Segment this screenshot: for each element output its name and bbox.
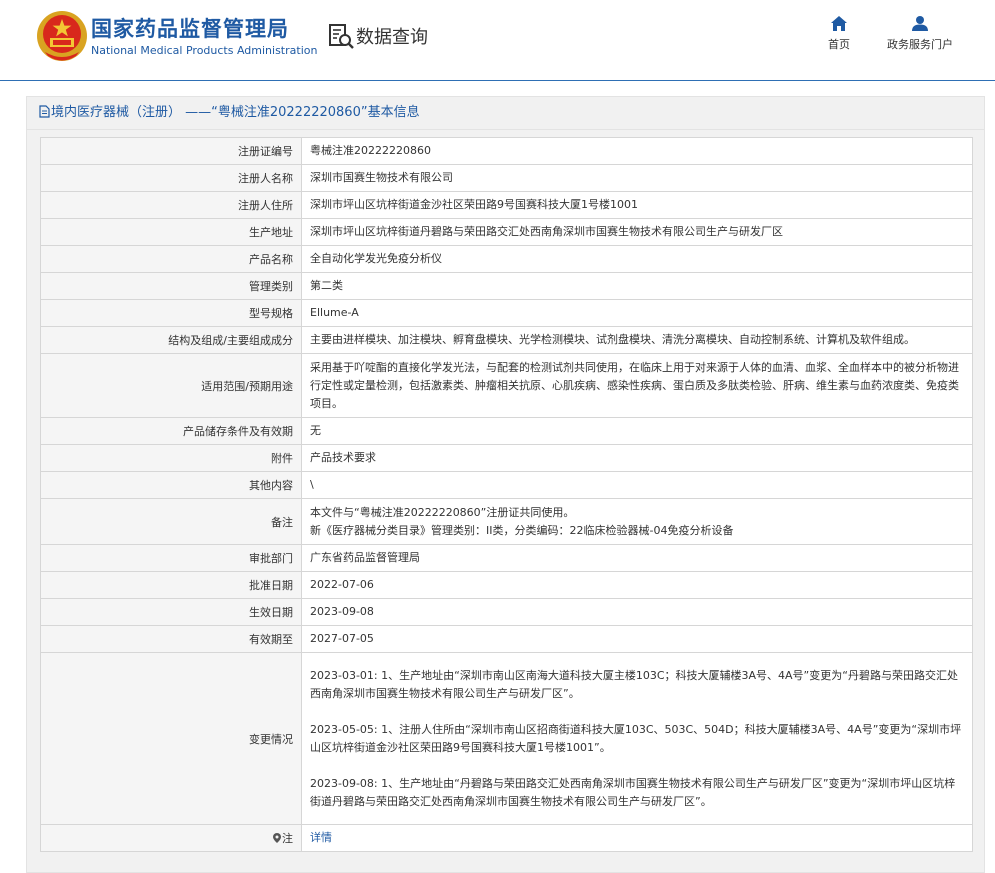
row-label: 产品储存条件及有效期 xyxy=(40,417,302,445)
row-label: 生产地址 xyxy=(40,218,302,246)
row-label: 附件 xyxy=(40,444,302,472)
row-label: 型号规格 xyxy=(40,299,302,327)
row-value: 2023-09-08 xyxy=(301,598,973,626)
row-label: 结构及组成/主要组成成分 xyxy=(40,326,302,354)
table-row: 注册人名称 深圳市国赛生物技术有限公司 xyxy=(40,164,973,192)
row-label: 注册证编号 xyxy=(40,137,302,165)
table-row: 注 详情 xyxy=(40,824,973,852)
row-label: 管理类别 xyxy=(40,272,302,300)
row-value: 采用基于吖啶酯的直接化学发光法，与配套的检测试剂共同使用，在临床上用于对来源于人… xyxy=(301,353,973,418)
row-value: 深圳市坪山区坑梓街道丹碧路与荣田路交汇处西南角深圳市国赛生物技术有限公司生产与研… xyxy=(301,218,973,246)
row-label: 变更情况 xyxy=(40,652,302,825)
nav-home-label: 首页 xyxy=(828,38,850,51)
row-value: 深圳市国赛生物技术有限公司 xyxy=(301,164,973,192)
change-record: 2023-03-01: 1、生产地址由“深圳市南山区南海大道科技大厦主楼103C… xyxy=(310,668,958,700)
table-row: 产品名称 全自动化学发光免疫分析仪 xyxy=(40,245,973,273)
table-row: 备注 本文件与“粤械注准20222220860”注册证共同使用。 新《医疗器械分… xyxy=(40,498,973,545)
change-record: 2023-09-08: 1、生产地址由“丹碧路与荣田路交汇处西南角深圳市国赛生物… xyxy=(310,776,956,808)
table-row: 生效日期 2023-09-08 xyxy=(40,598,973,626)
table-row: 生产地址 深圳市坪山区坑梓街道丹碧路与荣田路交汇处西南角深圳市国赛生物技术有限公… xyxy=(40,218,973,246)
note-label: 注 xyxy=(282,832,293,845)
remark-line: 新《医疗器械分类目录》管理类别：II类，分类编码：22临床检验器械-04免疫分析… xyxy=(310,523,734,537)
table-row: 附件 产品技术要求 xyxy=(40,444,973,472)
row-value: 本文件与“粤械注准20222220860”注册证共同使用。 新《医疗器械分类目录… xyxy=(301,498,973,545)
table-row: 批准日期 2022-07-06 xyxy=(40,571,973,599)
nav-service-portal-label: 政务服务门户 xyxy=(887,38,953,51)
row-value: 2023-03-01: 1、生产地址由“深圳市南山区南海大道科技大厦主楼103C… xyxy=(301,652,973,825)
home-icon xyxy=(831,16,847,31)
panel-title-text: 境内医疗器械（注册） ——“粤械注准20222220860”基本信息 xyxy=(51,105,420,120)
row-label: 注册人住所 xyxy=(40,191,302,219)
row-value: 2027-07-05 xyxy=(301,625,973,653)
panel-title: 境内医疗器械（注册） ——“粤械注准20222220860”基本信息 xyxy=(27,97,984,130)
row-value: 全自动化学发光免疫分析仪 xyxy=(301,245,973,273)
change-record: 2023-05-05: 1、注册人住所由“深圳市南山区招商街道科技大厦103C、… xyxy=(310,722,962,754)
row-label: 注册人名称 xyxy=(40,164,302,192)
detail-panel: 境内医疗器械（注册） ——“粤械注准20222220860”基本信息 注册证编号… xyxy=(26,96,985,873)
row-value: \ xyxy=(301,471,973,499)
table-row: 适用范围/预期用途 采用基于吖啶酯的直接化学发光法，与配套的检测试剂共同使用，在… xyxy=(40,353,973,418)
row-label: 审批部门 xyxy=(40,544,302,572)
row-label: 生效日期 xyxy=(40,598,302,626)
table-row: 有效期至 2027-07-05 xyxy=(40,625,973,653)
table-row: 管理类别 第二类 xyxy=(40,272,973,300)
row-label: 备注 xyxy=(40,498,302,545)
row-value: 详情 xyxy=(301,824,973,852)
table-row: 型号规格 Ellume-A xyxy=(40,299,973,327)
table-row: 结构及组成/主要组成成分 主要由进样模块、加注模块、孵育盘模块、光学检测模块、试… xyxy=(40,326,973,354)
data-query-label: 数据查询 xyxy=(356,27,428,48)
row-label: 有效期至 xyxy=(40,625,302,653)
row-label: 适用范围/预期用途 xyxy=(40,353,302,418)
nav-home[interactable]: 首页 xyxy=(826,16,852,52)
document-icon xyxy=(39,105,50,118)
row-value: 2022-07-06 xyxy=(301,571,973,599)
row-value: 粤械注准20222220860 xyxy=(301,137,973,165)
table-row: 产品储存条件及有效期 无 xyxy=(40,417,973,445)
row-value: 第二类 xyxy=(301,272,973,300)
registration-info-table: 注册证编号 粤械注准20222220860 注册人名称 深圳市国赛生物技术有限公… xyxy=(40,137,973,852)
row-label: 注 xyxy=(40,824,302,852)
details-link[interactable]: 详情 xyxy=(310,831,332,844)
data-query-link[interactable]: 数据查询 xyxy=(328,22,428,50)
site-header: 国家药品监督管理局 National Medical Products Admi… xyxy=(0,0,995,81)
row-label: 批准日期 xyxy=(40,571,302,599)
row-value: 无 xyxy=(301,417,973,445)
pin-icon xyxy=(273,833,281,843)
brand-title-en: National Medical Products Administration xyxy=(91,44,318,57)
table-row: 注册人住所 深圳市坪山区坑梓街道金沙社区荣田路9号国赛科技大厦1号楼1001 xyxy=(40,191,973,219)
table-row: 变更情况 2023-03-01: 1、生产地址由“深圳市南山区南海大道科技大厦主… xyxy=(40,652,973,825)
remark-line: 本文件与“粤械注准20222220860”注册证共同使用。 xyxy=(310,505,575,519)
row-value: 广东省药品监督管理局 xyxy=(301,544,973,572)
row-value: 深圳市坪山区坑梓街道金沙社区荣田路9号国赛科技大厦1号楼1001 xyxy=(301,191,973,219)
row-label: 其他内容 xyxy=(40,471,302,499)
national-emblem-icon xyxy=(37,11,87,61)
table-row: 审批部门 广东省药品监督管理局 xyxy=(40,544,973,572)
data-search-icon xyxy=(329,23,354,49)
brand-title-cn: 国家药品监督管理局 xyxy=(91,17,289,41)
table-row: 注册证编号 粤械注准20222220860 xyxy=(40,137,973,165)
row-value: 产品技术要求 xyxy=(301,444,973,472)
table-row: 其他内容 \ xyxy=(40,471,973,499)
row-value: Ellume-A xyxy=(301,299,973,327)
row-value: 主要由进样模块、加注模块、孵育盘模块、光学检测模块、试剂盘模块、清洗分离模块、自… xyxy=(301,326,973,354)
user-icon xyxy=(912,16,928,31)
row-label: 产品名称 xyxy=(40,245,302,273)
nav-service-portal[interactable]: 政务服务门户 xyxy=(884,16,956,52)
